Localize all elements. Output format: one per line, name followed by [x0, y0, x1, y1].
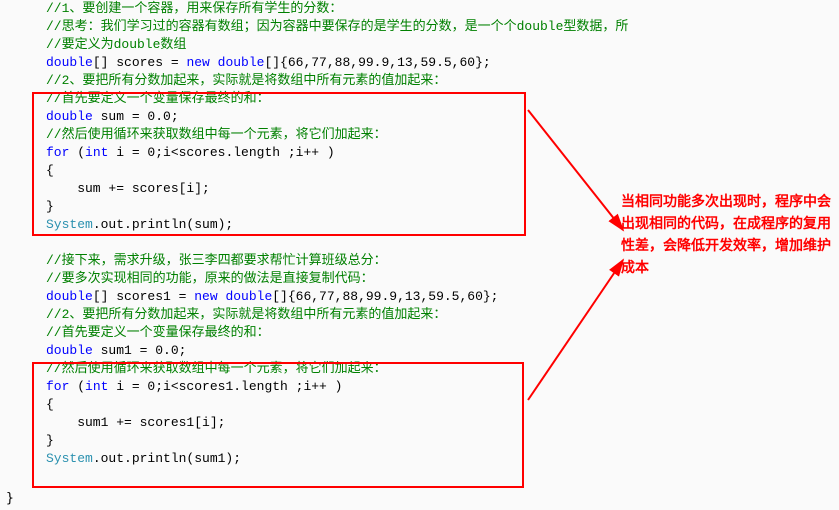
keyword: int — [85, 379, 108, 394]
keyword: double — [46, 289, 93, 304]
keyword: double — [46, 109, 93, 124]
code-text: i = 0;i<scores.length ;i++ ) — [108, 145, 334, 160]
code-text: ( — [69, 145, 85, 160]
keyword: new — [186, 55, 209, 70]
comment-line: //要定义为double数组 — [46, 37, 186, 52]
annotation-text: 当相同功能多次出现时，程序中会出现相同的代码，在成程序的复用性差，会降低开发效率… — [621, 190, 831, 278]
keyword: for — [46, 379, 69, 394]
code-text: ( — [69, 379, 85, 394]
code-text: []{66,77,88,99.9,13,59.5,60}; — [272, 289, 498, 304]
comment-line: //然后使用循环来获取数组中每一个元素，将它们加起来： — [46, 361, 387, 376]
comment-line: //首先要定义一个变量保存最终的和： — [46, 325, 270, 340]
keyword: double — [218, 289, 273, 304]
keyword: new — [194, 289, 217, 304]
comment-line: //2、要把所有分数加起来，实际就是将数组中所有元素的值加起来： — [46, 73, 446, 88]
code-text: [] scores = — [93, 55, 187, 70]
code-text: .out.println(sum1); — [93, 451, 241, 466]
code-text: sum = 0.0; — [93, 109, 179, 124]
brace: { — [46, 163, 54, 178]
brace: } — [46, 433, 54, 448]
code-text: sum1 = 0.0; — [93, 343, 187, 358]
comment-line: //要多次实现相同的功能，原来的做法是直接复制代码： — [46, 271, 374, 286]
code-text: .out.println(sum); — [93, 217, 233, 232]
class-name: System — [46, 451, 93, 466]
code-text: [] scores1 = — [93, 289, 194, 304]
code-text: []{66,77,88,99.9,13,59.5,60}; — [264, 55, 490, 70]
code-text: sum += scores[i]; — [46, 181, 210, 196]
keyword: int — [85, 145, 108, 160]
keyword: double — [46, 55, 93, 70]
comment-line: //1、要创建一个容器，用来保存所有学生的分数： — [46, 1, 342, 16]
comment-line: //思考：我们学习过的容器有数组；因为容器中要保存的是学生的分数，是一个个dou… — [46, 19, 628, 34]
code-text: i = 0;i<scores1.length ;i++ ) — [108, 379, 342, 394]
keyword: double — [46, 343, 93, 358]
code-editor: //1、要创建一个容器，用来保存所有学生的分数： //思考：我们学习过的容器有数… — [0, 0, 620, 468]
comment-line: //然后使用循环来获取数组中每一个元素，将它们加起来： — [46, 127, 387, 142]
brace: { — [46, 397, 54, 412]
code-text: sum1 += scores1[i]; — [46, 415, 225, 430]
keyword: for — [46, 145, 69, 160]
comment-line: //首先要定义一个变量保存最终的和： — [46, 91, 270, 106]
comment-line: //接下来，需求升级，张三李四都要求帮忙计算班级总分： — [46, 253, 387, 268]
keyword: double — [210, 55, 265, 70]
comment-line: //2、要把所有分数加起来，实际就是将数组中所有元素的值加起来： — [46, 307, 446, 322]
class-name: System — [46, 217, 93, 232]
closing-brace: } — [6, 490, 14, 508]
brace: } — [46, 199, 54, 214]
